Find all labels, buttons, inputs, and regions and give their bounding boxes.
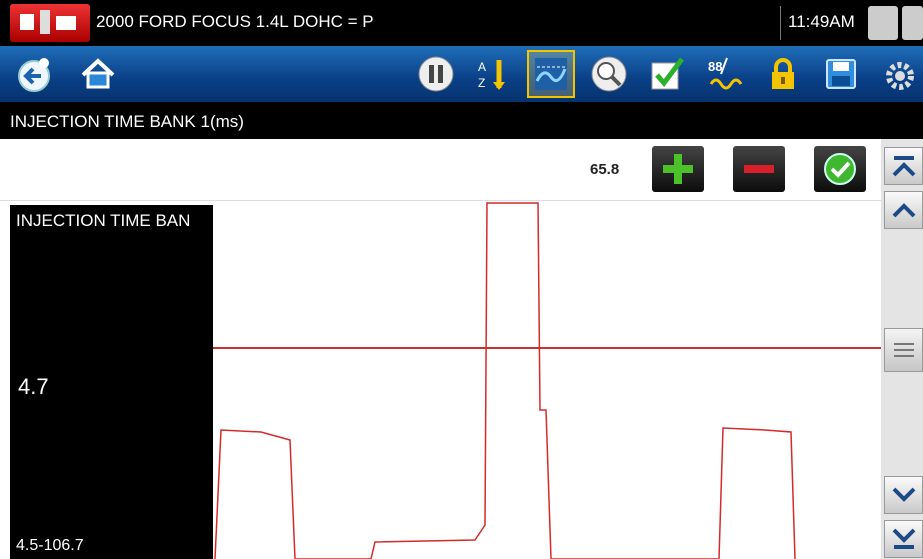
scroll-bottom-button[interactable] — [884, 520, 923, 558]
scroll-top-button[interactable] — [884, 147, 923, 185]
battery-icon — [902, 6, 923, 40]
save-button[interactable] — [817, 50, 865, 98]
lock-button[interactable] — [759, 50, 807, 98]
connection-status-icon — [868, 6, 898, 40]
svg-text:88: 88 — [708, 59, 722, 74]
scroll-down-button[interactable] — [884, 476, 923, 514]
parameter-name: INJECTION TIME BANK 1(ms) — [10, 112, 244, 131]
zoom-in-button[interactable] — [652, 146, 704, 192]
lock-icon — [772, 58, 794, 89]
save-icon — [826, 59, 856, 89]
vehicle-icon — [10, 4, 90, 42]
pause-icon — [418, 56, 454, 92]
checkmark-icon — [651, 57, 684, 90]
double-chevron-down-icon — [892, 528, 915, 549]
title-divider — [780, 6, 781, 40]
svg-text:A: A — [478, 60, 486, 74]
sort-icon: AZ — [478, 60, 505, 90]
plus-icon — [663, 154, 693, 184]
zoom-icon — [591, 56, 627, 92]
data-graph — [213, 202, 881, 559]
sort-button[interactable]: AZ — [469, 50, 517, 98]
current-value: 4.7 — [18, 374, 49, 399]
graph-view-button[interactable] — [527, 50, 575, 98]
back-button[interactable] — [10, 50, 58, 98]
scale-value: 65.8 — [590, 161, 620, 178]
grip-icon — [893, 343, 914, 357]
home-icon — [81, 58, 115, 89]
panel-title: INJECTION TIME BAN — [16, 211, 191, 230]
scroll-thumb[interactable] — [884, 328, 923, 372]
threshold-icon: 88 — [708, 57, 743, 90]
toolbar: AZ 88 — [0, 46, 923, 102]
settings-button[interactable] — [874, 50, 922, 98]
back-icon — [18, 58, 50, 92]
double-chevron-up-icon — [892, 156, 915, 177]
confirm-button[interactable] — [814, 146, 866, 192]
zoom-out-button[interactable] — [733, 146, 785, 192]
home-button[interactable] — [74, 50, 122, 98]
minus-icon — [744, 165, 774, 173]
check-circle-icon — [824, 153, 856, 185]
clock: 11:49AM — [788, 12, 855, 31]
select-button[interactable] — [643, 50, 691, 98]
pause-button[interactable] — [412, 50, 460, 98]
svg-text:Z: Z — [478, 76, 485, 90]
vehicle-title: 2000 FORD FOCUS 1.4L DOHC = P — [96, 12, 374, 31]
gear-icon — [886, 62, 914, 90]
scroll-up-button[interactable] — [884, 191, 923, 229]
zoom-button[interactable] — [585, 50, 633, 98]
threshold-button[interactable]: 88 — [701, 50, 749, 98]
graph-view-icon — [535, 58, 567, 90]
value-range: 4.5-106.7 — [16, 537, 84, 554]
chevron-down-icon — [892, 487, 915, 502]
chevron-up-icon — [892, 203, 915, 218]
graph-trace — [214, 202, 796, 559]
